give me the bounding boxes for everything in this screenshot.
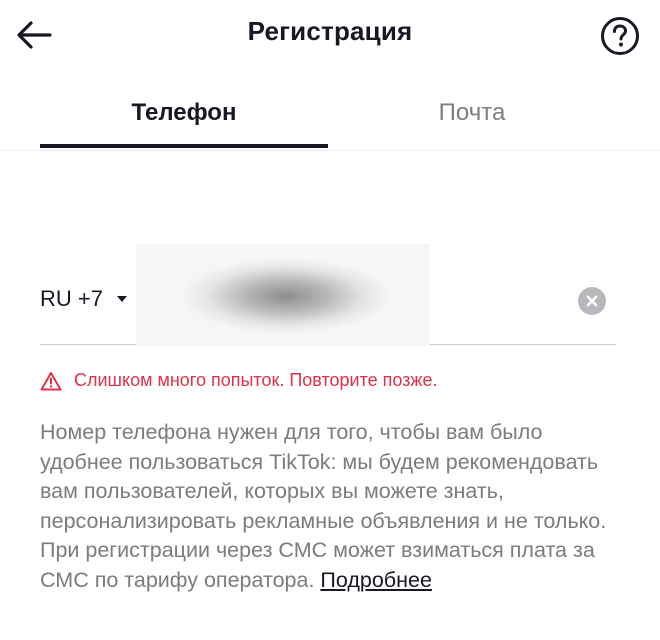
learn-more-link[interactable]: Подробнее xyxy=(320,568,432,592)
active-tab-indicator xyxy=(40,144,328,148)
info-body: Номер телефона нужен для того, чтобы вам… xyxy=(40,420,607,592)
country-code-selector[interactable]: RU +7 xyxy=(40,286,127,312)
clear-button[interactable] xyxy=(578,287,606,315)
error-message: Слишком много попыток. Повторите позже. xyxy=(40,370,438,391)
help-button[interactable] xyxy=(598,14,642,58)
error-text: Слишком много попыток. Повторите позже. xyxy=(74,370,438,390)
warning-triangle-icon xyxy=(40,371,62,390)
page-title: Регистрация xyxy=(247,16,413,46)
tab-email[interactable]: Почта xyxy=(328,78,616,148)
caret-down-icon xyxy=(116,296,127,302)
header: Регистрация xyxy=(0,0,660,72)
phone-field: RU +7 xyxy=(40,244,616,346)
question-circle-icon xyxy=(601,17,639,55)
country-code-label: RU +7 xyxy=(40,286,103,311)
tab-bar: Телефон Почта xyxy=(0,78,660,151)
clear-circle-icon xyxy=(586,295,598,307)
info-text: Номер телефона нужен для того, чтобы вам… xyxy=(40,418,620,596)
phone-number-input[interactable] xyxy=(136,244,430,346)
tab-phone[interactable]: Телефон xyxy=(40,78,328,148)
